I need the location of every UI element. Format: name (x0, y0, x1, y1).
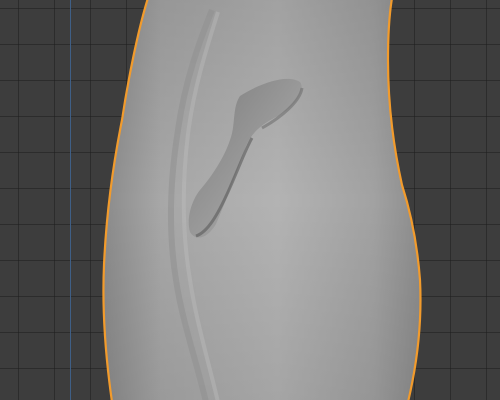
sculpted-mesh[interactable] (0, 0, 500, 400)
3d-viewport[interactable] (0, 0, 500, 400)
mesh-shading (103, 0, 421, 400)
